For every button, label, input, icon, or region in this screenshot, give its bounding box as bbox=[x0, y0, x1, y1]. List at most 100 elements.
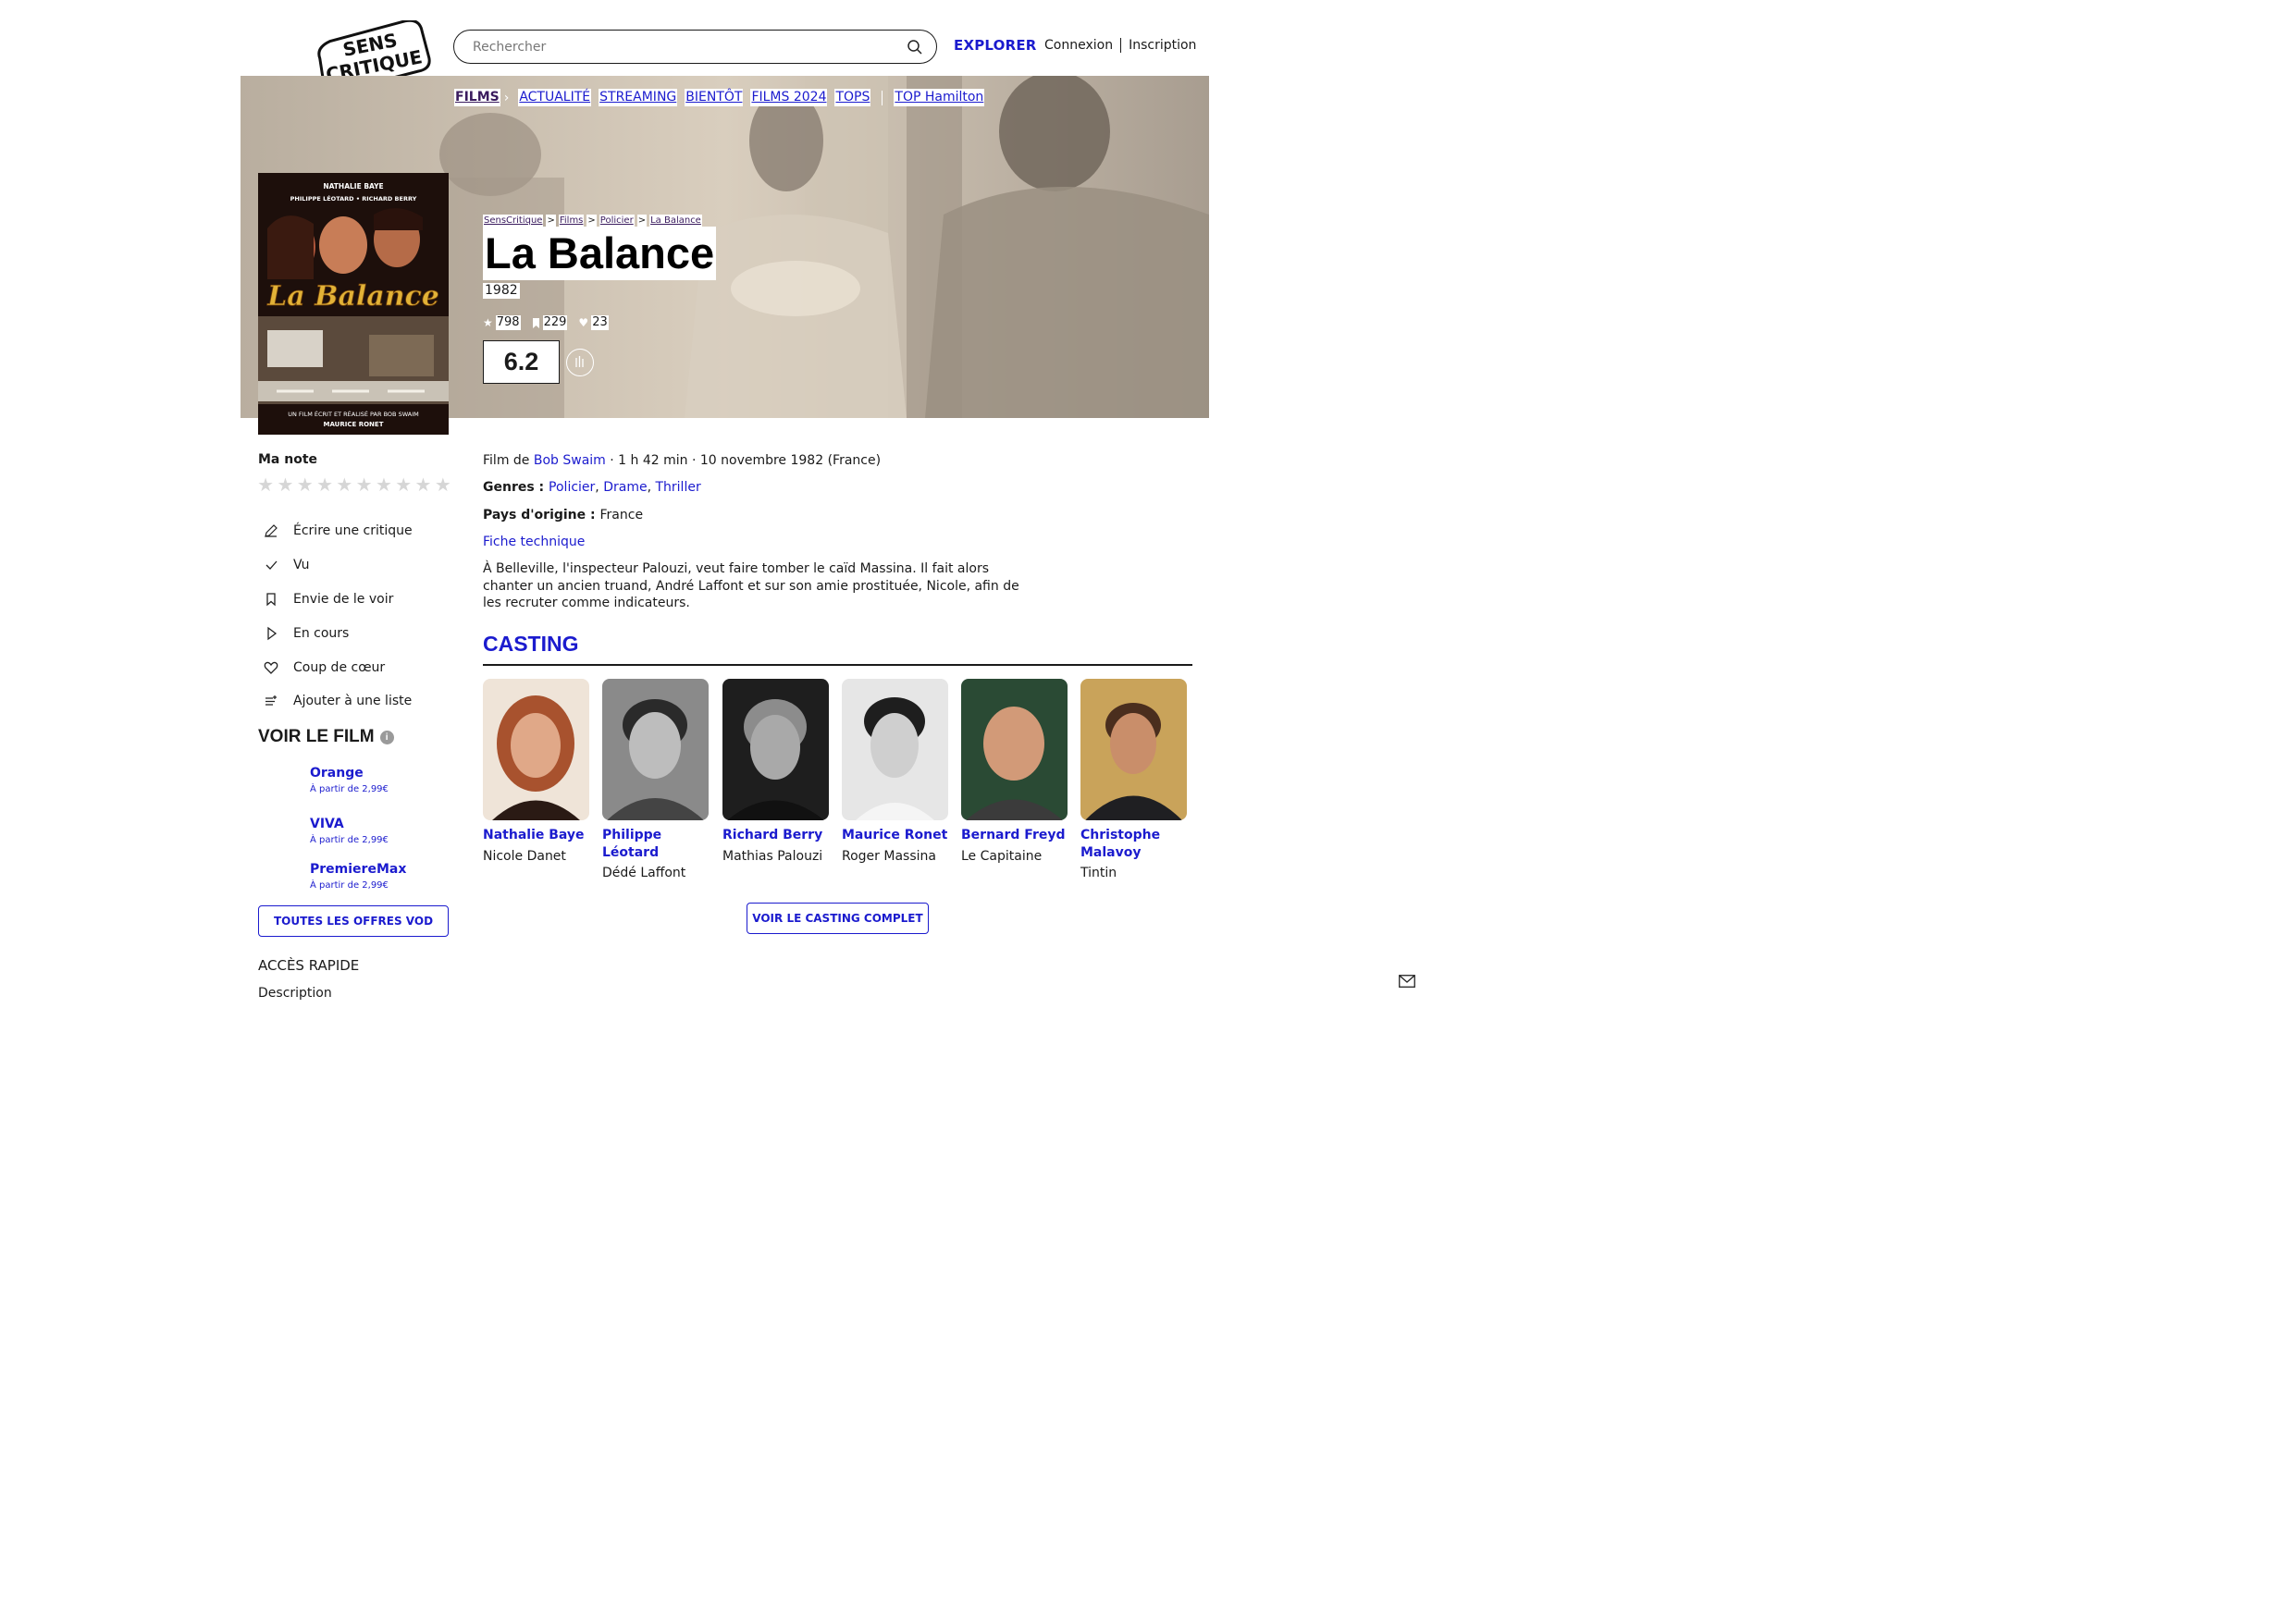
user-actions: Écrire une critique Vu Envie de le voir … bbox=[262, 514, 413, 719]
rating-star-icon[interactable]: ★ bbox=[335, 475, 353, 495]
actor-photo[interactable] bbox=[483, 679, 589, 820]
nav-films[interactable]: FILMS bbox=[454, 89, 500, 106]
nav-streaming[interactable]: STREAMING bbox=[599, 89, 678, 106]
vod-offer-name: VIVA bbox=[310, 817, 344, 831]
nav-top-hamilton[interactable]: TOP Hamilton bbox=[894, 89, 985, 106]
cast-card[interactable]: Nathalie Baye Nicole Danet bbox=[483, 679, 590, 865]
actor-photo[interactable] bbox=[1080, 679, 1187, 820]
info-icon[interactable]: i bbox=[379, 730, 394, 744]
cast-card[interactable]: Christophe Malavoy Tintin bbox=[1080, 679, 1188, 881]
favorite-action[interactable]: Coup de cœur bbox=[262, 650, 413, 684]
breadcrumb-films[interactable]: Films bbox=[558, 215, 585, 227]
nav-tops[interactable]: TOPS bbox=[834, 89, 871, 106]
fiche-technique-line: Fiche technique bbox=[483, 534, 585, 550]
quick-access-description-link[interactable]: Description bbox=[258, 986, 332, 1001]
wishlist-count: 229 bbox=[542, 315, 568, 330]
casting-divider bbox=[483, 664, 1192, 666]
wishlist-stat: 229 bbox=[532, 315, 568, 330]
actor-name[interactable]: Bernard Freyd bbox=[961, 827, 1068, 844]
bar-chart-icon bbox=[575, 356, 584, 367]
breadcrumb-policier[interactable]: Policier bbox=[599, 215, 635, 227]
svg-text:La Balance: La Balance bbox=[266, 280, 439, 313]
auth-separator bbox=[1120, 38, 1122, 53]
actor-name[interactable]: Richard Berry bbox=[722, 827, 830, 844]
cast-card[interactable]: Richard Berry Mathias Palouzi bbox=[722, 679, 830, 865]
character-name: Roger Massina bbox=[842, 848, 936, 864]
character-name: Mathias Palouzi bbox=[722, 848, 823, 864]
release-year: 1982 bbox=[483, 283, 520, 299]
actor-name[interactable]: Maurice Ronet bbox=[842, 827, 949, 844]
vod-offer-premieremax[interactable]: PremiereMax À partir de 2,99€ bbox=[310, 862, 406, 891]
in-progress-action[interactable]: En cours bbox=[262, 616, 413, 650]
nav-actualite[interactable]: ACTUALITÉ bbox=[518, 89, 592, 106]
rating-distribution-button[interactable] bbox=[566, 349, 594, 376]
rating-star-icon[interactable]: ★ bbox=[256, 475, 275, 495]
chevron-right-icon: › bbox=[503, 90, 510, 105]
country-value: France bbox=[599, 508, 644, 523]
seen-action[interactable]: Vu bbox=[262, 548, 413, 583]
add-to-list-action[interactable]: Ajouter à une liste bbox=[262, 684, 413, 719]
nav-films-2024[interactable]: FILMS 2024 bbox=[750, 89, 828, 106]
actor-photo[interactable] bbox=[842, 679, 948, 820]
my-rating-stars[interactable]: ★ ★ ★ ★ ★ ★ ★ ★ ★ ★ bbox=[256, 475, 452, 495]
all-vod-offers-button[interactable]: TOUTES LES OFFRES VOD bbox=[258, 905, 449, 937]
rating-star-icon[interactable]: ★ bbox=[354, 475, 373, 495]
breadcrumb: SensCritique > Films > Policier > La Bal… bbox=[483, 215, 702, 227]
search-icon[interactable] bbox=[907, 39, 923, 55]
rating-star-icon[interactable]: ★ bbox=[394, 475, 413, 495]
nav-bientot[interactable]: BIENTÔT bbox=[685, 89, 744, 106]
director-link[interactable]: Bob Swaim bbox=[534, 453, 606, 468]
want-to-see-action[interactable]: Envie de le voir bbox=[262, 583, 413, 617]
rating-star-icon[interactable]: ★ bbox=[315, 475, 334, 495]
rating-star-icon[interactable]: ★ bbox=[296, 475, 315, 495]
vod-offer-price: À partir de 2,99€ bbox=[310, 835, 389, 845]
write-review-action[interactable]: Écrire une critique bbox=[262, 514, 413, 548]
favorites-stat: ♥ 23 bbox=[578, 315, 609, 330]
watch-film-heading: VOIR LE FILM i bbox=[258, 727, 394, 747]
cast-card[interactable]: Philippe Léotard Dédé Laffont bbox=[602, 679, 710, 881]
rating-star-icon[interactable]: ★ bbox=[434, 475, 452, 495]
actor-name[interactable]: Philippe Léotard bbox=[602, 827, 710, 861]
synopsis: À Belleville, l'inspecteur Palouzi, veut… bbox=[483, 561, 1019, 610]
login-link[interactable]: Connexion bbox=[1044, 38, 1113, 53]
fiche-technique-link[interactable]: Fiche technique bbox=[483, 535, 585, 549]
favorites-count: 23 bbox=[591, 315, 609, 330]
actor-photo[interactable] bbox=[602, 679, 709, 820]
actor-name[interactable]: Nathalie Baye bbox=[483, 827, 590, 844]
svg-text:MAURICE RONET: MAURICE RONET bbox=[324, 421, 384, 428]
character-name: Le Capitaine bbox=[961, 848, 1043, 864]
genre-link-drame[interactable]: Drame bbox=[603, 480, 647, 495]
signup-link[interactable]: Inscription bbox=[1129, 38, 1196, 53]
actor-photo[interactable] bbox=[722, 679, 829, 820]
page-title: La Balance bbox=[483, 227, 717, 280]
rating-star-icon[interactable]: ★ bbox=[375, 475, 393, 495]
actor-photo[interactable] bbox=[961, 679, 1068, 820]
svg-text:UN FILM ÉCRIT ET RÉALISÉ PAR B: UN FILM ÉCRIT ET RÉALISÉ PAR BOB SWAIM bbox=[288, 410, 419, 418]
vod-offer-orange[interactable]: Orange À partir de 2,99€ bbox=[310, 766, 389, 794]
actor-name[interactable]: Christophe Malavoy bbox=[1080, 827, 1188, 861]
search-input[interactable] bbox=[473, 39, 907, 55]
rating-star-icon[interactable]: ★ bbox=[414, 475, 432, 495]
film-credits-line: Film de Bob Swaim · 1 h 42 min · 10 nove… bbox=[483, 452, 881, 469]
full-casting-button[interactable]: VOIR LE CASTING COMPLET bbox=[747, 903, 929, 934]
mail-icon[interactable] bbox=[1399, 975, 1415, 988]
explorer-link[interactable]: EXPLORER bbox=[954, 37, 1037, 54]
film-de-label: Film de bbox=[483, 453, 534, 468]
movie-poster[interactable]: NATHALIE BAYE PHILIPPE LÉOTARD • RICHARD… bbox=[258, 173, 449, 435]
action-label: Envie de le voir bbox=[293, 591, 394, 607]
check-icon bbox=[262, 556, 280, 574]
genres-line: Genres : Policier, Drame, Thriller bbox=[483, 480, 701, 495]
country-label: Pays d'origine : bbox=[483, 508, 600, 523]
cast-card[interactable]: Maurice Ronet Roger Massina bbox=[842, 679, 949, 865]
search-bar[interactable] bbox=[453, 30, 937, 64]
vod-offer-viva[interactable]: VIVA À partir de 2,99€ bbox=[310, 817, 389, 845]
watch-film-title: VOIR LE FILM bbox=[258, 727, 375, 746]
cast-card[interactable]: Bernard Freyd Le Capitaine bbox=[961, 679, 1068, 865]
genre-link-policier[interactable]: Policier bbox=[549, 480, 595, 495]
my-rating-label: Ma note bbox=[258, 452, 318, 467]
breadcrumb-senscritique[interactable]: SensCritique bbox=[483, 215, 544, 227]
country-line: Pays d'origine : France bbox=[483, 507, 643, 523]
breadcrumb-la-balance[interactable]: La Balance bbox=[649, 215, 702, 227]
genre-link-thriller[interactable]: Thriller bbox=[655, 480, 700, 495]
rating-star-icon[interactable]: ★ bbox=[276, 475, 294, 495]
